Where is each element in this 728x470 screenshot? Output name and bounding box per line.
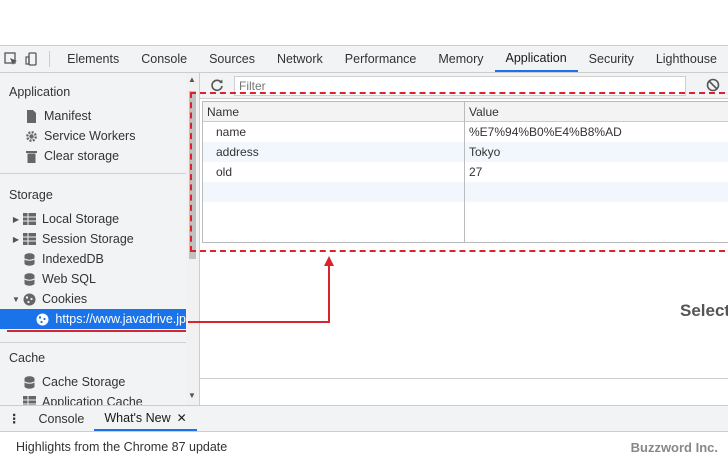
- sidebar-item-label: Cookies: [42, 292, 88, 306]
- sidebar-item-clear-storage[interactable]: Clear storage: [0, 146, 186, 166]
- panel-divider: [200, 378, 728, 379]
- sidebar-item-cookie-domain[interactable]: https://www.javadrive.jp: [0, 309, 186, 329]
- toolbar-divider: [49, 51, 51, 67]
- sidebar-item-session-storage[interactable]: ▶ Session Storage: [0, 229, 186, 249]
- database-icon: [22, 272, 36, 286]
- section-divider: [0, 173, 186, 174]
- scroll-down-icon[interactable]: ▼: [188, 391, 196, 400]
- drawer-tabbar: ⋮ Console What's New ✕: [0, 405, 728, 432]
- expand-arrow-icon[interactable]: ▶: [10, 215, 22, 224]
- section-divider: [0, 342, 186, 343]
- sidebar-item-service-workers[interactable]: Service Workers: [0, 126, 186, 146]
- cookie-icon: [22, 292, 36, 306]
- sidebar-item-label: Cache Storage: [42, 375, 126, 389]
- document-icon: [24, 109, 38, 123]
- sidebar-item-label: https://www.javadrive.jp: [55, 312, 186, 326]
- sidebar-item-label: Service Workers: [44, 129, 136, 143]
- application-sidebar: Application Manifest Service Workers Cle…: [0, 73, 200, 405]
- grid-icon: [22, 212, 36, 226]
- collapse-arrow-icon[interactable]: ▼: [10, 295, 22, 304]
- device-toolbar-icon[interactable]: [22, 46, 44, 72]
- tab-security[interactable]: Security: [578, 46, 645, 72]
- cookie-icon: [36, 312, 49, 326]
- drawer-tab-label: What's New: [104, 410, 171, 425]
- trash-icon: [24, 149, 38, 163]
- sidebar-item-local-storage[interactable]: ▶ Local Storage: [0, 209, 186, 229]
- close-icon[interactable]: ✕: [177, 411, 187, 425]
- devtools-toolbar: Elements Console Sources Network Perform…: [0, 45, 728, 73]
- sidebar-item-label: Manifest: [44, 109, 92, 123]
- tab-sources[interactable]: Sources: [198, 46, 266, 72]
- database-icon: [22, 252, 36, 266]
- tab-application[interactable]: Application: [494, 46, 578, 72]
- database-icon: [22, 375, 36, 389]
- sidebar-item-web-sql[interactable]: Web SQL: [0, 269, 186, 289]
- sidebar-item-manifest[interactable]: Manifest: [0, 106, 186, 126]
- window-top-area: [0, 0, 728, 45]
- drawer-tab-whats-new[interactable]: What's New ✕: [94, 406, 197, 431]
- gear-icon: [24, 129, 38, 143]
- sidebar-item-indexeddb[interactable]: IndexedDB: [0, 249, 186, 269]
- select-cookie-hint: Select: [680, 301, 728, 320]
- section-storage-heading: Storage: [9, 188, 53, 202]
- tab-elements[interactable]: Elements: [56, 46, 130, 72]
- whats-new-highlight: Highlights from the Chrome 87 update: [16, 440, 228, 454]
- drawer-menu-icon[interactable]: ⋮: [0, 406, 29, 431]
- highlight-underline: [7, 330, 186, 332]
- highlight-arrow: [188, 256, 334, 323]
- section-cache-heading: Cache: [9, 351, 46, 365]
- scroll-up-icon[interactable]: ▲: [188, 75, 196, 84]
- section-application-heading: Application: [9, 85, 71, 99]
- inspect-element-icon[interactable]: [0, 46, 22, 72]
- tab-performance[interactable]: Performance: [334, 46, 428, 72]
- tab-console[interactable]: Console: [130, 46, 198, 72]
- sidebar-item-cookies[interactable]: ▼ Cookies: [0, 289, 186, 309]
- sidebar-item-label: Application Cache: [42, 395, 143, 405]
- sidebar-item-label: Session Storage: [42, 232, 134, 246]
- highlight-dashed-box: [190, 92, 728, 252]
- expand-arrow-icon[interactable]: ▶: [10, 235, 22, 244]
- drawer-tab-console[interactable]: Console: [29, 406, 95, 431]
- grid-icon: [22, 395, 36, 405]
- tab-lighthouse[interactable]: Lighthouse: [645, 46, 728, 72]
- drawer-content: Highlights from the Chrome 87 update Buz…: [0, 432, 728, 470]
- sidebar-item-label: Clear storage: [44, 149, 120, 163]
- watermark: Buzzword Inc.: [630, 440, 718, 455]
- sidebar-item-label: Local Storage: [42, 212, 120, 226]
- sidebar-item-label: Web SQL: [42, 272, 96, 286]
- tab-network[interactable]: Network: [266, 46, 334, 72]
- sidebar-item-cache-storage[interactable]: Cache Storage: [0, 372, 186, 392]
- grid-icon: [22, 232, 36, 246]
- sidebar-item-label: IndexedDB: [42, 252, 104, 266]
- tab-memory[interactable]: Memory: [427, 46, 494, 72]
- sidebar-item-application-cache[interactable]: Application Cache: [0, 392, 186, 405]
